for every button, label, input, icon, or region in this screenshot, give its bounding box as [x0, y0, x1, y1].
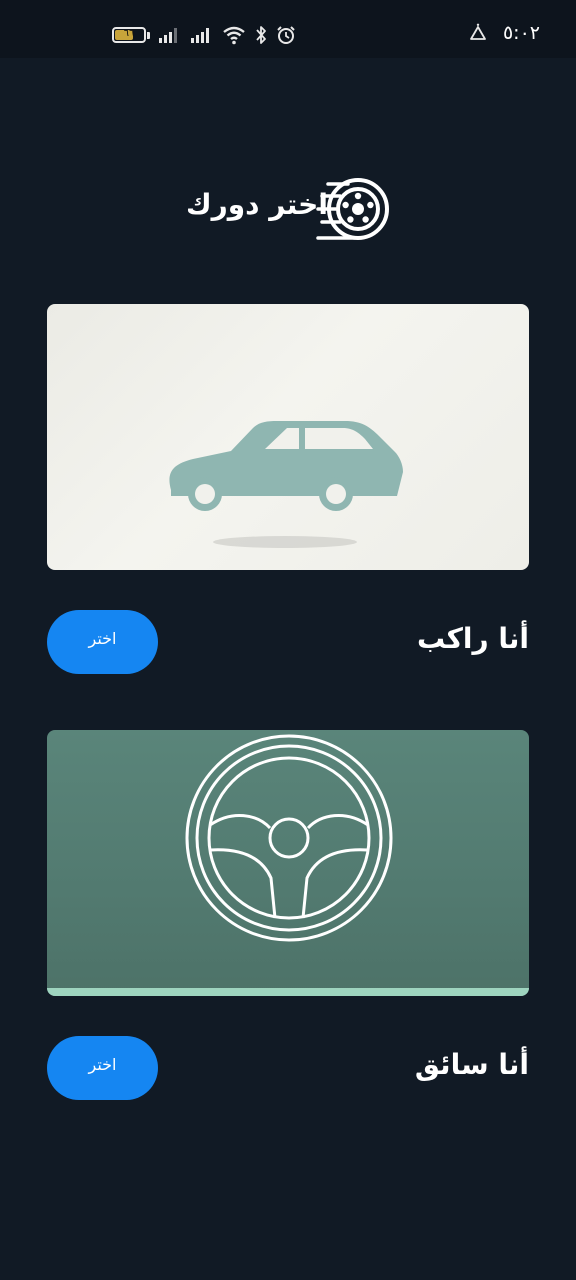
alarm-icon — [277, 26, 295, 44]
passenger-label: أنا راكب — [416, 622, 529, 655]
status-icons: ٦٦ — [112, 24, 296, 46]
page-header: اختر دورك — [0, 176, 576, 246]
wifi-icon — [223, 26, 245, 45]
battery-level: ٦٦ — [123, 28, 135, 39]
passenger-row: اختر أنا راكب — [47, 610, 529, 674]
driver-card[interactable] — [47, 730, 529, 996]
select-driver-button[interactable]: اختر — [47, 1036, 158, 1100]
select-passenger-button[interactable]: اختر — [47, 610, 158, 674]
steering-wheel-icon — [185, 734, 393, 942]
status-time: ٥:٠٢ — [502, 22, 540, 44]
signal-icon — [191, 28, 209, 43]
card-accent-stripe — [47, 988, 529, 996]
battery-icon: ٦٦ — [112, 27, 150, 43]
page-title: اختر دورك — [186, 188, 328, 221]
warning-icon — [470, 23, 486, 40]
car-icon — [169, 421, 403, 548]
bluetooth-icon — [256, 26, 266, 44]
status-bar: ٦٦ ٥:٠٢ — [0, 0, 576, 58]
signal-icon — [159, 28, 177, 43]
passenger-card[interactable] — [47, 304, 529, 570]
driver-row: اختر أنا سائق — [47, 1036, 529, 1100]
tire-icon — [316, 178, 389, 240]
driver-label: أنا سائق — [414, 1048, 529, 1081]
